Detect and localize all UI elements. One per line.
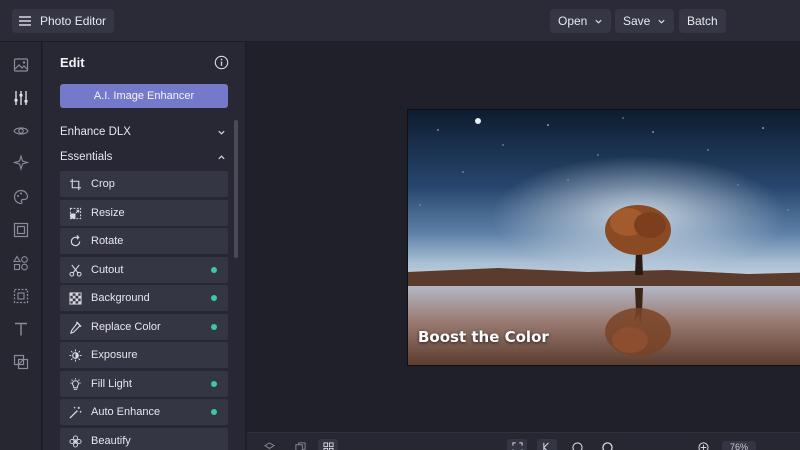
new-indicator-dot <box>211 381 217 387</box>
flower-icon <box>69 434 82 448</box>
tool-fill-light[interactable]: Fill Light <box>60 371 228 397</box>
tool-exposure[interactable]: Exposure <box>60 342 228 368</box>
tool-label: Replace Color <box>91 321 161 333</box>
tool-label: Fill Light <box>91 378 132 390</box>
open-label: Open <box>558 14 588 28</box>
crop-icon <box>69 178 82 191</box>
new-indicator-dot <box>211 267 217 273</box>
tool-replace-color[interactable]: Replace Color <box>60 314 228 340</box>
zoom-out-icon[interactable] <box>567 439 587 450</box>
new-indicator-dot <box>211 409 217 415</box>
tool-background[interactable]: Background <box>60 285 228 311</box>
tool-label: Resize <box>91 207 125 219</box>
info-icon[interactable] <box>214 55 229 70</box>
edit-panel: Edit A.I. Image Enhancer Enhance DLX Ess… <box>43 42 246 450</box>
tool-label: Crop <box>91 178 115 190</box>
zoom-in-icon[interactable] <box>597 439 617 450</box>
tool-beautify[interactable]: Beautify <box>60 428 228 450</box>
chevron-down-icon <box>217 128 228 137</box>
chevron-up-icon <box>217 153 228 162</box>
image-icon[interactable] <box>12 56 30 74</box>
tool-auto-enhance[interactable]: Auto Enhance <box>60 399 228 425</box>
tool-crop[interactable]: Crop <box>60 171 228 197</box>
wand-icon <box>69 406 82 419</box>
grid-view-icon[interactable] <box>318 439 338 450</box>
fit-screen-icon[interactable] <box>507 439 527 450</box>
texture-icon[interactable] <box>12 287 30 305</box>
hamburger-icon <box>18 14 32 28</box>
chevron-down-icon <box>594 17 603 26</box>
scissors-icon <box>69 264 82 277</box>
frame-icon[interactable] <box>12 221 30 239</box>
photo-canvas[interactable]: Boost the Color <box>407 109 800 366</box>
dropper-icon <box>69 320 82 334</box>
tool-label: Exposure <box>91 349 138 361</box>
tool-label: Auto Enhance <box>91 406 161 418</box>
tool-resize[interactable]: Resize <box>60 200 228 226</box>
layers-icon[interactable] <box>259 439 279 450</box>
bulb-icon <box>69 377 82 391</box>
tool-cutout[interactable]: Cutout <box>60 257 228 283</box>
text-icon[interactable] <box>12 320 30 338</box>
zoom-level[interactable]: 76% <box>722 441 756 450</box>
exposure-icon <box>69 348 82 362</box>
section-enhance-dlx[interactable]: Enhance DLX <box>60 123 228 141</box>
save-label: Save <box>623 14 651 28</box>
photo-caption: Boost the Color <box>418 328 549 346</box>
batch-button[interactable]: Batch <box>679 9 726 33</box>
palette-icon[interactable] <box>12 188 30 206</box>
ai-image-enhancer-button[interactable]: A.I. Image Enhancer <box>60 84 228 108</box>
tool-rail <box>0 42 42 450</box>
resize-icon <box>69 207 82 220</box>
canvas-area: Boost the Color <box>247 42 800 432</box>
copy-icon[interactable] <box>290 439 310 450</box>
sliders-icon[interactable] <box>12 89 30 107</box>
checker-icon <box>69 291 82 305</box>
eye-icon[interactable] <box>12 122 30 140</box>
zoom-info-icon[interactable] <box>693 439 713 450</box>
new-indicator-dot <box>211 324 217 330</box>
panel-title: Edit <box>60 55 85 70</box>
bottom-toolbar: 76% <box>247 432 800 450</box>
panel-scrollbar[interactable] <box>234 120 238 258</box>
app-title: Photo Editor <box>40 14 107 28</box>
batch-label: Batch <box>687 14 718 28</box>
shapes-icon[interactable] <box>12 254 30 272</box>
section-label: Enhance DLX <box>60 126 131 138</box>
actual-size-icon[interactable] <box>537 439 557 450</box>
sparkle-icon[interactable] <box>12 154 30 172</box>
chevron-down-icon <box>657 17 666 26</box>
tool-rotate[interactable]: Rotate <box>60 228 228 254</box>
save-button[interactable]: Save <box>615 9 675 33</box>
open-button[interactable]: Open <box>550 9 612 33</box>
new-indicator-dot <box>211 295 217 301</box>
section-label: Essentials <box>60 151 113 163</box>
section-essentials[interactable]: Essentials <box>60 148 228 166</box>
top-bar: Photo Editor Open Save Batch <box>0 0 800 42</box>
app-menu-button[interactable]: Photo Editor <box>12 9 115 33</box>
tool-label: Cutout <box>91 264 124 276</box>
rotate-icon <box>69 234 82 248</box>
overlay-icon[interactable] <box>12 353 30 371</box>
tool-label: Beautify <box>91 435 131 447</box>
tool-label: Background <box>91 292 150 304</box>
tool-label: Rotate <box>91 235 124 247</box>
